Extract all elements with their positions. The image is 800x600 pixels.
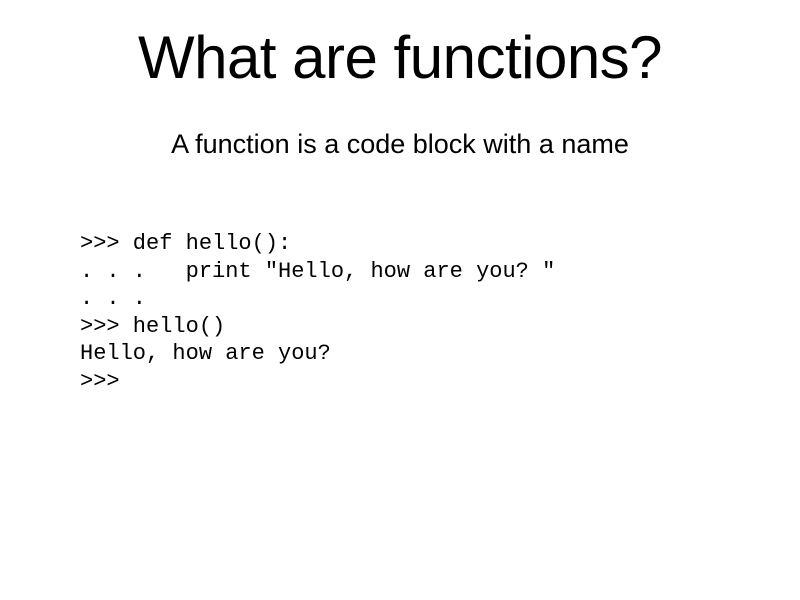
slide-subtitle: A function is a code block with a name xyxy=(70,129,730,160)
slide: What are functions? A function is a code… xyxy=(0,0,800,395)
slide-title: What are functions? xyxy=(70,25,730,91)
code-example: >>> def hello(): . . . print "Hello, how… xyxy=(80,230,730,395)
